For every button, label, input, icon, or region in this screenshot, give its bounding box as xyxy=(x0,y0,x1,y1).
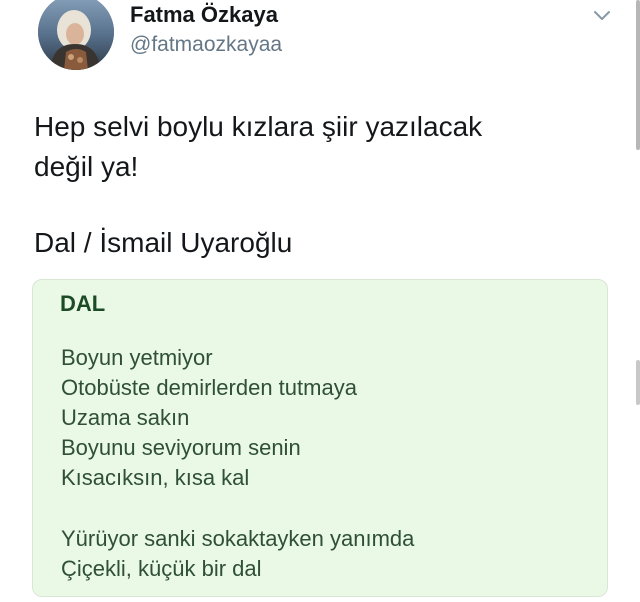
poem-line: Boyunu seviyorum senin xyxy=(61,435,301,460)
poem-line: Kısacıksın, kısa kal xyxy=(61,465,250,490)
tweet-text-line: Hep selvi boylu kızlara şiir yazılacak xyxy=(34,111,483,142)
poem-stanza: Boyun yetmiyor Otobüste demirlerden tutm… xyxy=(61,343,357,493)
display-name[interactable]: Fatma Özkaya xyxy=(130,2,278,28)
tweet-text: Hep selvi boylu kızlara şiir yazılacak d… xyxy=(34,107,594,187)
poem-stanza: Yürüyor sanki sokaktayken yanımda Çiçekl… xyxy=(61,524,414,584)
scrollbar[interactable] xyxy=(634,0,640,602)
poem-card: DAL Boyun yetmiyor Otobüste demirlerden … xyxy=(32,279,608,597)
scrollbar-thumb[interactable] xyxy=(636,0,640,150)
chevron-down-icon[interactable] xyxy=(590,8,614,24)
avatar[interactable] xyxy=(38,0,114,70)
avatar-photo xyxy=(38,0,114,70)
tweet-text-line: değil ya! xyxy=(34,151,139,182)
tweet-header: Fatma Özkaya @fatmaozkayaa xyxy=(38,0,628,78)
poem-line: Uzama sakın xyxy=(61,405,190,430)
username[interactable]: @fatmaozkayaa xyxy=(130,33,282,57)
poem-line: Otobüste demirlerden tutmaya xyxy=(61,375,357,400)
poem-title: DAL xyxy=(60,291,106,316)
scrollbar-track-mark xyxy=(636,360,640,405)
poem-line: Çiçekli, küçük bir dal xyxy=(61,556,262,581)
poem-line: Boyun yetmiyor xyxy=(61,345,213,370)
poem-line: Yürüyor sanki sokaktayken yanımda xyxy=(61,526,415,551)
poem-attribution: Dal / İsmail Uyaroğlu xyxy=(34,227,293,258)
tweet-card: Fatma Özkaya @fatmaozkayaa Hep selvi boy… xyxy=(0,0,640,602)
